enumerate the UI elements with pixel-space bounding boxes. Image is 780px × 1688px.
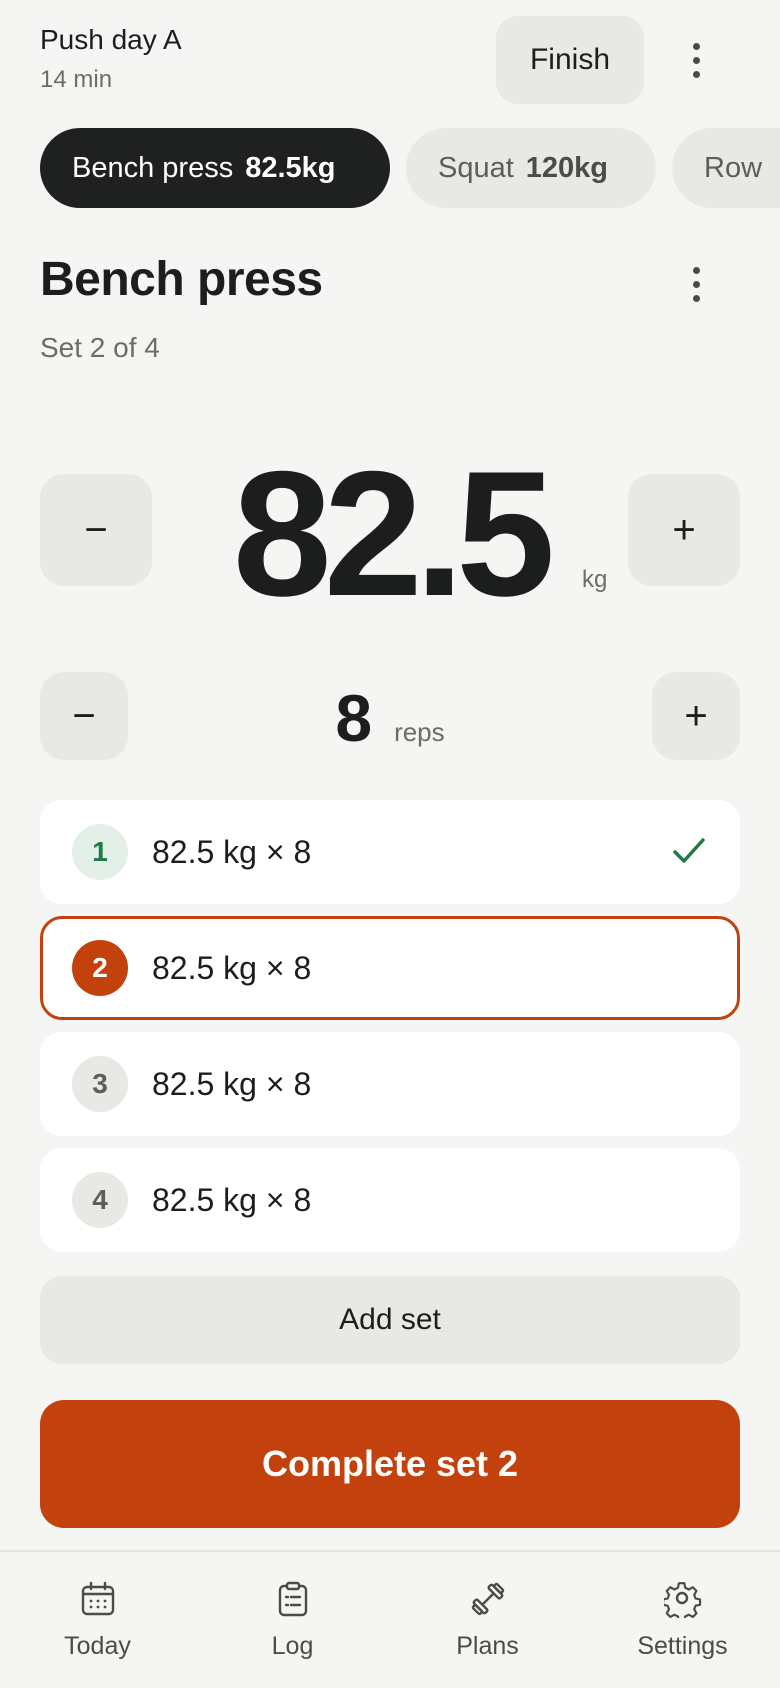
chip-name: Squat	[438, 151, 514, 184]
weight-increment-button[interactable]: +	[628, 474, 740, 586]
clipboard-icon	[278, 1581, 307, 1617]
chip-name: Bench press	[72, 151, 234, 184]
chip-name: Row	[704, 151, 763, 184]
nav-label: Log	[271, 1632, 314, 1660]
nav-label: Today	[64, 1632, 131, 1660]
set-row-1[interactable]: 1 82.5 kg × 8	[40, 800, 740, 904]
set-number-badge: 1	[72, 824, 128, 880]
exercise-chip-squat[interactable]: Squat 120kg	[406, 128, 656, 208]
check-icon	[673, 838, 705, 863]
bottom-nav: Today Log Plans Settings	[0, 1550, 780, 1688]
workout-title: Push day A	[40, 24, 182, 55]
finish-button[interactable]: Finish	[496, 16, 644, 104]
set-progress: Set 2 of 4	[40, 332, 160, 363]
reps-unit: reps	[394, 717, 445, 747]
set-row-4[interactable]: 4 82.5 kg × 8	[40, 1148, 740, 1252]
plus-icon: +	[684, 694, 708, 738]
calendar-icon	[81, 1581, 114, 1616]
workout-more-menu-icon[interactable]	[674, 30, 718, 90]
set-number-badge: 2	[72, 940, 128, 996]
dumbbell-icon	[471, 1582, 504, 1616]
gear-icon	[663, 1582, 701, 1618]
chip-weight: 82.5kg	[245, 151, 336, 184]
weight-unit: kg	[582, 566, 608, 593]
set-number-badge: 3	[72, 1056, 128, 1112]
chip-weight: 120kg	[525, 151, 609, 184]
set-summary: 82.5 kg × 8	[152, 1065, 312, 1102]
nav-item-today[interactable]: Today	[0, 1580, 195, 1661]
set-summary: 82.5 kg × 8	[152, 1181, 312, 1218]
exercise-title: Bench press	[40, 253, 323, 306]
add-set-button[interactable]: Add set	[40, 1276, 740, 1364]
nav-item-log[interactable]: Log	[195, 1580, 390, 1661]
exercise-chip-row[interactable]: Row	[672, 128, 780, 208]
nav-label: Settings	[637, 1632, 728, 1660]
reps-increment-button[interactable]: +	[652, 672, 740, 760]
plus-icon: +	[672, 508, 696, 552]
exercise-chip-bar: Bench press 82.5kg Squat 120kg Row	[0, 128, 780, 208]
workout-duration: 14 min	[40, 66, 113, 93]
nav-item-plans[interactable]: Plans	[390, 1580, 585, 1661]
set-summary: 82.5 kg × 8	[152, 833, 312, 870]
complete-set-button[interactable]: Complete set 2	[40, 1400, 740, 1528]
set-row-2[interactable]: 2 82.5 kg × 8	[40, 916, 740, 1020]
exercise-more-menu-icon[interactable]	[674, 254, 718, 314]
set-row-3[interactable]: 3 82.5 kg × 8	[40, 1032, 740, 1136]
set-number-badge: 4	[72, 1172, 128, 1228]
nav-item-settings[interactable]: Settings	[585, 1580, 780, 1661]
reps-value: 8	[335, 681, 373, 755]
set-summary: 82.5 kg × 8	[152, 949, 312, 986]
exercise-chip-bench-press[interactable]: Bench press 82.5kg	[40, 128, 390, 208]
nav-label: Plans	[456, 1632, 519, 1660]
